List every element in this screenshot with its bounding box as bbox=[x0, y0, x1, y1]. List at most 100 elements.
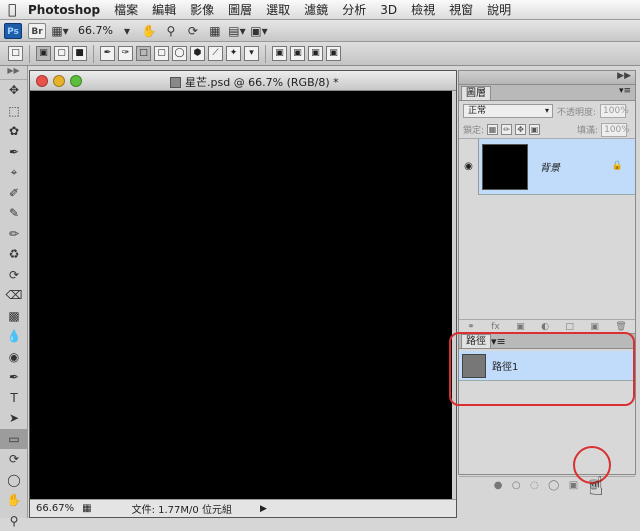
zoom-status[interactable]: 66.67% bbox=[36, 503, 74, 514]
eye-icon[interactable]: ◉ bbox=[459, 139, 479, 195]
menu-window[interactable]: 視窗 bbox=[449, 1, 473, 18]
crop-tool-icon[interactable]: ⌖ bbox=[0, 162, 28, 183]
zoom-tool-icon[interactable]: ⚲ bbox=[163, 23, 179, 39]
line-icon[interactable]: ⟋ bbox=[208, 46, 223, 61]
layer-style-icon[interactable]: fx bbox=[491, 322, 500, 332]
adjustment-layer-icon[interactable]: ◐ bbox=[541, 322, 549, 332]
fill-input[interactable]: 100% bbox=[601, 123, 627, 137]
3d-rotate-tool-icon[interactable]: ⟳ bbox=[0, 449, 28, 470]
load-selection-icon[interactable]: ◌ bbox=[530, 480, 539, 491]
quick-select-tool-icon[interactable]: ✒ bbox=[0, 142, 28, 163]
canvas[interactable] bbox=[30, 91, 456, 499]
lock-image-icon[interactable]: ✏ bbox=[501, 124, 512, 135]
type-tool-icon[interactable]: T bbox=[0, 388, 28, 409]
pen-tool-icon[interactable]: ✒ bbox=[0, 367, 28, 388]
menu-layer[interactable]: 圖層 bbox=[228, 1, 252, 18]
opacity-input[interactable]: 100% bbox=[600, 104, 626, 118]
eraser-tool-icon[interactable]: ⌫ bbox=[0, 285, 28, 306]
rectangle-icon[interactable]: □ bbox=[136, 46, 151, 61]
screen-mode-icon[interactable]: ▣▾ bbox=[251, 23, 267, 39]
blur-tool-icon[interactable]: 💧 bbox=[0, 326, 28, 347]
path-name[interactable]: 路徑1 bbox=[492, 358, 518, 373]
menu-image[interactable]: 影像 bbox=[190, 1, 214, 18]
layer-mask-icon[interactable]: ▣ bbox=[516, 322, 525, 332]
dodge-tool-icon[interactable]: ◉ bbox=[0, 347, 28, 368]
fill-pixels-icon[interactable]: ■ bbox=[72, 46, 87, 61]
rotate-view-icon[interactable]: ⟳ bbox=[185, 23, 201, 39]
tab-layers[interactable]: 圖層 bbox=[461, 86, 491, 100]
make-work-path-icon[interactable]: ◯ bbox=[548, 480, 559, 491]
close-window-icon[interactable] bbox=[36, 75, 48, 87]
panel-collapse-bar[interactable]: ▶▶ bbox=[459, 71, 635, 85]
link-layers-icon[interactable]: ⚭ bbox=[467, 322, 475, 332]
move-tool-icon[interactable]: ✥ bbox=[0, 80, 28, 101]
shape-tool-icon[interactable]: ▭ bbox=[0, 429, 28, 450]
new-group-icon[interactable]: □ bbox=[565, 322, 574, 332]
eyedropper-tool-icon[interactable]: ✐ bbox=[0, 183, 28, 204]
menu-3d[interactable]: 3D bbox=[380, 3, 397, 17]
subtract-icon[interactable]: ▣ bbox=[290, 46, 305, 61]
paths-mode-icon[interactable]: ▢ bbox=[54, 46, 69, 61]
hand-tool-icon[interactable]: ✋ bbox=[141, 23, 157, 39]
tool-preset-picker[interactable]: □ bbox=[8, 46, 23, 61]
fill-path-icon[interactable]: ● bbox=[494, 480, 503, 491]
new-layer-icon[interactable]: ▣ bbox=[590, 322, 599, 332]
freeform-pen-icon[interactable]: ✑ bbox=[118, 46, 133, 61]
pen-icon[interactable]: ✒ bbox=[100, 46, 115, 61]
layer-row-background[interactable]: ◉ 背景 🔒 bbox=[459, 139, 635, 195]
grid-icon[interactable]: ▦ bbox=[207, 23, 223, 39]
menu-view[interactable]: 檢視 bbox=[411, 1, 435, 18]
polygon-icon[interactable]: ⬢ bbox=[190, 46, 205, 61]
menu-file[interactable]: 檔案 bbox=[114, 1, 138, 18]
geometry-options-icon[interactable]: ▾ bbox=[244, 46, 259, 61]
zoom-level-select[interactable]: 66.7% bbox=[78, 24, 113, 37]
arrange-documents-icon[interactable]: ▤▾ bbox=[229, 23, 245, 39]
lock-all-icon[interactable]: ▣ bbox=[529, 124, 540, 135]
gradient-tool-icon[interactable]: ▩ bbox=[0, 306, 28, 327]
apple-icon[interactable]:  bbox=[8, 2, 28, 18]
zoom-tool-icon[interactable]: ⚲ bbox=[0, 511, 28, 531]
combine-icon[interactable]: ▣ bbox=[272, 46, 287, 61]
3d-orbit-tool-icon[interactable]: ◯ bbox=[0, 470, 28, 491]
vertical-scrollbar[interactable] bbox=[452, 91, 456, 499]
paths-panel-menu-icon[interactable]: ▾≡ bbox=[491, 335, 506, 348]
bridge-button[interactable]: Br bbox=[28, 23, 46, 39]
blend-mode-select[interactable]: 正常 ▾ bbox=[463, 104, 553, 118]
exclude-icon[interactable]: ▣ bbox=[326, 46, 341, 61]
healing-brush-icon[interactable]: ✎ bbox=[0, 203, 28, 224]
lasso-tool-icon[interactable]: ✿ bbox=[0, 121, 28, 142]
zoom-dropdown-icon[interactable]: ▾ bbox=[119, 23, 135, 39]
status-info-icon[interactable]: ▦ bbox=[82, 503, 91, 514]
brush-tool-icon[interactable]: ✏ bbox=[0, 224, 28, 245]
menu-app-name[interactable]: Photoshop bbox=[28, 3, 100, 17]
view-extras-icon[interactable]: ▦▾ bbox=[52, 23, 68, 39]
rounded-rectangle-icon[interactable]: ▢ bbox=[154, 46, 169, 61]
status-menu-arrow-icon[interactable]: ▶ bbox=[260, 504, 267, 514]
menu-select[interactable]: 選取 bbox=[266, 1, 290, 18]
custom-shape-icon[interactable]: ✦ bbox=[226, 46, 241, 61]
hand-tool-icon[interactable]: ✋ bbox=[0, 490, 28, 511]
tab-paths[interactable]: 路徑 bbox=[461, 334, 491, 348]
intersect-icon[interactable]: ▣ bbox=[308, 46, 323, 61]
new-path-icon[interactable]: ▣ bbox=[569, 480, 578, 491]
layer-name[interactable]: 背景 bbox=[540, 159, 560, 174]
path-select-tool-icon[interactable]: ➤ bbox=[0, 408, 28, 429]
document-title-bar[interactable]: 星芒.psd @ 66.7% (RGB/8) * bbox=[30, 71, 456, 91]
history-brush-icon[interactable]: ⟳ bbox=[0, 265, 28, 286]
marquee-tool-icon[interactable]: ⬚ bbox=[0, 101, 28, 122]
ellipse-icon[interactable]: ◯ bbox=[172, 46, 187, 61]
path-row[interactable]: 路徑1 bbox=[459, 351, 635, 381]
minimize-window-icon[interactable] bbox=[53, 75, 65, 87]
layers-panel-menu-icon[interactable]: ▾≡ bbox=[619, 86, 631, 96]
menu-edit[interactable]: 編輯 bbox=[152, 1, 176, 18]
lock-transparent-icon[interactable]: ▦ bbox=[487, 124, 498, 135]
menu-help[interactable]: 說明 bbox=[487, 1, 511, 18]
clone-stamp-icon[interactable]: ♻ bbox=[0, 244, 28, 265]
menu-filter[interactable]: 濾鏡 bbox=[304, 1, 328, 18]
lock-position-icon[interactable]: ✥ bbox=[515, 124, 526, 135]
shape-layers-icon[interactable]: ▣ bbox=[36, 46, 51, 61]
menu-analysis[interactable]: 分析 bbox=[342, 1, 366, 18]
tools-panel-grip[interactable]: ▶▶ bbox=[0, 66, 27, 80]
stroke-path-icon[interactable]: ○ bbox=[512, 480, 521, 491]
zoom-window-icon[interactable] bbox=[70, 75, 82, 87]
